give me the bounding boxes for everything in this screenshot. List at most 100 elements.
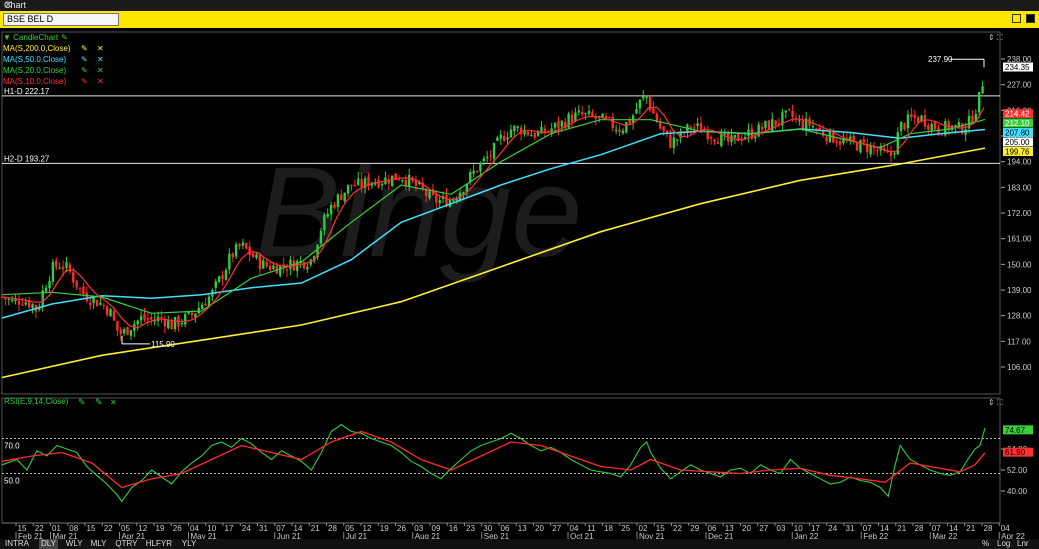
candle-body [513, 125, 516, 131]
candle-body [981, 86, 984, 94]
chart-menu-icon[interactable] [1026, 14, 1035, 23]
scale-button-lnr[interactable]: Lnr [1017, 539, 1029, 549]
legend-item[interactable]: ▼ CandleChart ✎ [3, 33, 71, 44]
candle-body [180, 322, 184, 325]
x-month-label: Sep 21 [484, 532, 510, 539]
candle-body [499, 134, 502, 139]
x-month-label: Feb 21 [18, 532, 43, 539]
candle-body [319, 230, 323, 244]
symbol-field[interactable]: BSE BEL D [3, 13, 119, 26]
candle-body [336, 194, 340, 207]
candle-body [574, 112, 577, 121]
rsi-line[interactable] [1, 423, 986, 503]
candle-body [251, 253, 255, 258]
candle-body [716, 142, 720, 144]
candle-body [99, 302, 102, 305]
edit-pencil-icon[interactable]: ✎ [81, 77, 88, 87]
interval-button-hlfyr[interactable]: HLFYR [144, 539, 174, 549]
x-day-label: 28 [984, 524, 993, 533]
candle-body [899, 121, 903, 132]
candle-body [119, 329, 122, 335]
x-day-label: 25 [621, 524, 630, 533]
rsi-signal-line[interactable] [1, 430, 986, 489]
candle-body [608, 116, 611, 118]
interval-button-intra[interactable]: INTRA [3, 539, 31, 549]
candle-body [346, 184, 350, 194]
close-icon[interactable]: ✕ [4, 0, 1035, 11]
interval-button-yly[interactable]: YLY [180, 539, 199, 549]
remove-indicator-icon[interactable]: ✕ [97, 77, 104, 87]
scale-button-log[interactable]: Log [997, 539, 1010, 549]
x-month-label: Feb 22 [863, 532, 888, 539]
x-month-label: Apr 22 [1001, 532, 1025, 539]
interval-button-mly[interactable]: MLY [89, 539, 109, 549]
candle-body [435, 193, 438, 203]
candle-body [862, 139, 866, 143]
candle-body [129, 330, 133, 336]
x-month-label: May 21 [191, 532, 218, 539]
horizontal-line-label: H2-D 193.27 [4, 154, 50, 163]
candle-body [401, 179, 404, 181]
legend-item[interactable]: MA(S,200.0,Close) ✎ ✕ [3, 44, 104, 55]
candle-body [662, 126, 665, 132]
interval-button-wly[interactable]: WLY [64, 539, 85, 549]
x-day-label: 24 [828, 524, 837, 533]
x-day-label: 22 [673, 524, 682, 533]
y-tick-label: 227.00 [1007, 81, 1032, 90]
legend-item[interactable]: MA(S,10.0,Close) ✎ ✕ [3, 77, 104, 88]
x-day-label: 27 [759, 524, 768, 533]
candle-body [920, 115, 923, 121]
legend-item[interactable]: MA(S,20.0,Close) ✎ ✕ [3, 66, 104, 77]
candle-body [509, 129, 513, 138]
x-day-label: 22 [104, 524, 113, 533]
rsi-edit-icon: ✎ [78, 397, 86, 407]
candle-body [672, 137, 676, 148]
y-tick-label: 172.00 [1007, 209, 1032, 218]
edit-pencil-icon[interactable]: ✎ [81, 66, 88, 76]
candle-body [472, 170, 475, 174]
x-day-label: 15 [87, 524, 96, 533]
candle-body [234, 244, 238, 257]
candle-body [835, 141, 838, 144]
candle-body [787, 109, 791, 111]
chart-area[interactable]: Binge⇕ ⛶⇕ ⛶238.00227.00216.00205.00194.0… [0, 28, 1039, 541]
edit-pencil-icon[interactable]: ✎ [81, 55, 88, 65]
symbol-bar: BSE BEL D [0, 11, 1039, 28]
candle-body [438, 200, 441, 204]
candle-body [228, 253, 231, 270]
candle-body [109, 309, 112, 317]
interval-button-dly[interactable]: DLY [39, 539, 58, 549]
legend-item[interactable]: MA(S,50.0,Close) ✎ ✕ [3, 55, 104, 66]
x-day-label: 21 [311, 524, 320, 533]
candle-body [217, 276, 221, 282]
restore-icon[interactable] [1012, 14, 1021, 23]
remove-indicator-icon[interactable]: ✕ [97, 66, 104, 76]
candle-body [126, 327, 129, 335]
candle-body [326, 214, 329, 217]
x-day-label: 23 [466, 524, 475, 533]
remove-indicator-icon[interactable]: ✕ [97, 44, 104, 54]
x-day-label: 19 [156, 524, 165, 533]
remove-indicator-icon[interactable]: ✕ [97, 55, 104, 65]
edit-pencil-icon[interactable]: ✎ [81, 44, 88, 54]
x-month-label: Jul 21 [346, 532, 368, 539]
candle-body [815, 128, 818, 130]
candle-body [767, 120, 771, 130]
scale-button-percent[interactable]: % [982, 539, 989, 549]
candle-body [526, 131, 530, 136]
candle-body [238, 243, 241, 247]
rsi-panel[interactable] [1, 397, 1001, 524]
candle-body [397, 179, 401, 181]
candle-body [48, 280, 51, 289]
edit-pencil-icon[interactable]: ✎ [61, 33, 68, 43]
candle-body [771, 119, 774, 132]
candle-body [204, 303, 207, 306]
interval-button-qtry[interactable]: QTRY [113, 539, 139, 549]
x-month-label: Mar 22 [932, 532, 957, 539]
candle-body [489, 155, 492, 157]
candle-body [92, 297, 95, 304]
price-label-text: 212.10 [1005, 119, 1030, 128]
legend-label: MA(S,200.0,Close) [3, 44, 71, 53]
candle-body [638, 99, 642, 109]
chart-svg[interactable]: Binge⇕ ⛶⇕ ⛶238.00227.00216.00205.00194.0… [0, 28, 1039, 541]
